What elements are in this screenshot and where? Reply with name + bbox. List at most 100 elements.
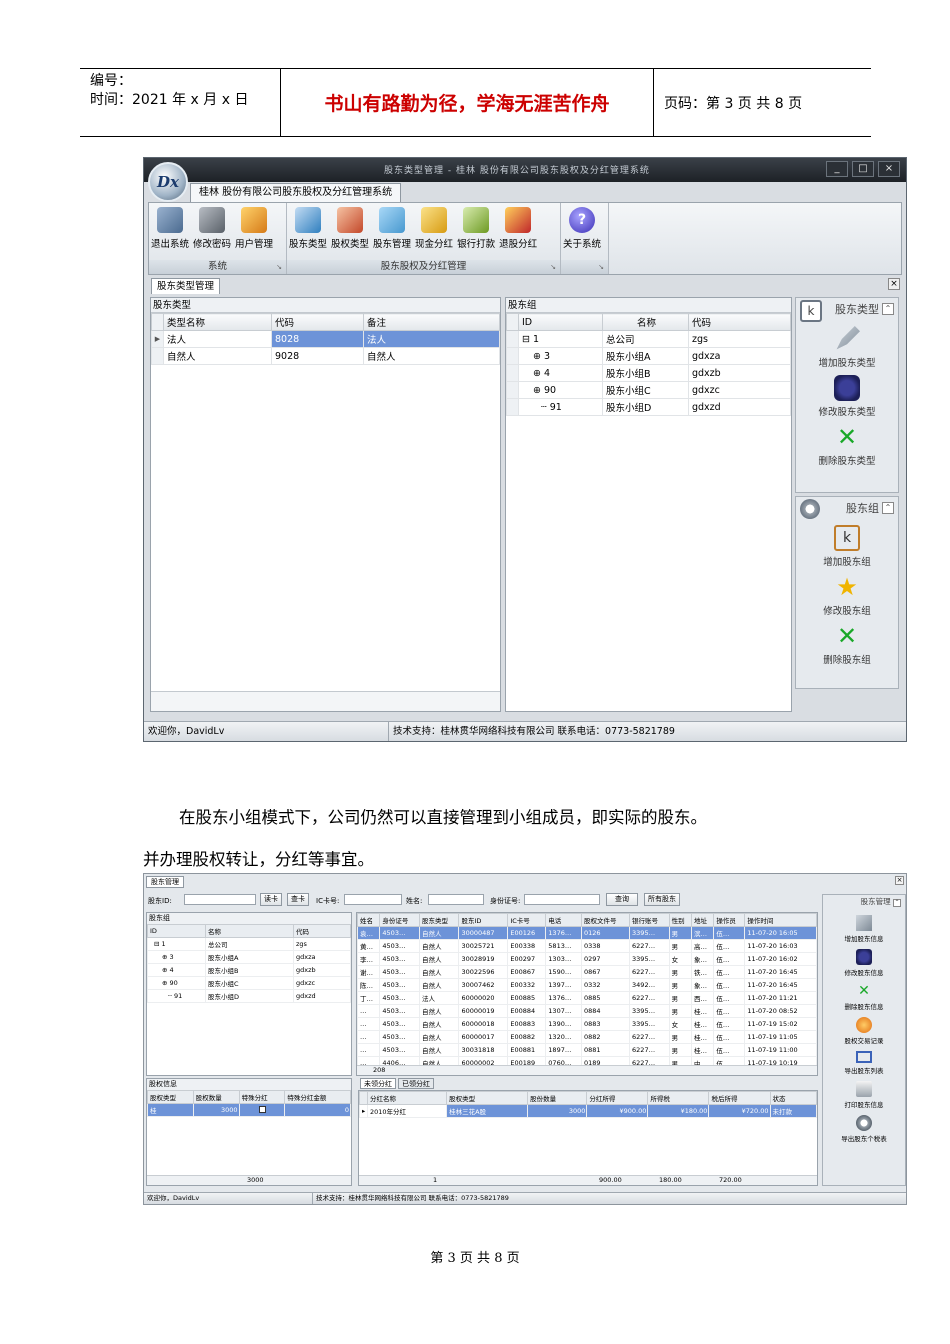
cell[interactable]: 11-07-19 11:05 <box>744 1030 817 1044</box>
cell[interactable]: 60000020 <box>458 991 509 1005</box>
special-dividend-checkbox[interactable] <box>238 1103 286 1117</box>
tab-shareholder-management[interactable]: 股东管理 <box>146 876 184 888</box>
tab-shareholder-type-management[interactable]: 股东类型管理 <box>151 278 221 294</box>
cell[interactable]: 0297 <box>580 952 631 966</box>
cell[interactable]: ¥900.00 <box>586 1104 649 1118</box>
tab-unclaimed-dividend[interactable]: 未领分红 <box>360 1078 396 1089</box>
app-logo[interactable]: Dx <box>148 162 188 202</box>
cell[interactable]: 0332 <box>580 978 631 992</box>
about-system-button[interactable]: ? 关于系统 <box>561 205 603 250</box>
cell[interactable]: 4503… <box>379 965 420 979</box>
cell[interactable]: 铁… <box>690 965 715 979</box>
column-header[interactable]: 股权类型 <box>147 1090 194 1104</box>
export-tax-table-button[interactable]: 导出股东个税表 <box>823 1115 905 1143</box>
column-header[interactable]: 代码 <box>293 924 351 938</box>
cell[interactable]: 男 <box>668 1004 692 1018</box>
cell[interactable]: gdxzd <box>688 398 791 416</box>
all-shareholders-button[interactable]: 所有股东 <box>644 893 680 906</box>
cell[interactable]: 1590… <box>545 965 582 979</box>
cell[interactable]: 8028 <box>271 330 364 348</box>
column-header[interactable]: 备注 <box>363 313 500 331</box>
cell[interactable]: 股东小组B <box>602 364 689 382</box>
table-row[interactable]: 丁… 4503… 法人 60000020 E00885 1376… 0885 6227… 男西…… <box>357 991 817 1005</box>
cell[interactable]: 0884 <box>580 1004 631 1018</box>
column-header[interactable]: 类型名称 <box>163 313 272 331</box>
column-header[interactable]: ID <box>147 924 206 938</box>
cell[interactable]: 30007462 <box>458 978 509 992</box>
minimize-button[interactable]: _ <box>826 161 848 177</box>
cell[interactable]: gdxzb <box>688 364 791 382</box>
cell[interactable]: 60000017 <box>458 1030 509 1044</box>
column-header[interactable]: 代码 <box>271 313 364 331</box>
collapse-chevron-icon[interactable]: ⌃ <box>893 899 901 907</box>
cell[interactable]: 11-07-19 15:02 <box>744 1017 817 1031</box>
cell[interactable]: 未打款 <box>769 1104 817 1118</box>
cell[interactable]: gdxzc <box>688 381 791 399</box>
cell[interactable]: 伍… <box>713 1004 746 1018</box>
cell[interactable]: 4503… <box>379 926 420 940</box>
cell[interactable]: 伍… <box>713 991 746 1005</box>
tree-row[interactable]: ⊕ 4 股东小组B gdxzb <box>506 364 791 382</box>
cell[interactable]: 男 <box>668 1043 692 1057</box>
cell[interactable]: 自然人 <box>418 1004 460 1018</box>
cell[interactable]: 6227… <box>629 1030 670 1044</box>
cell[interactable]: 4503… <box>379 1017 420 1031</box>
collapse-chevron-icon[interactable]: ⌃ <box>882 303 894 315</box>
exit-system-button[interactable]: 退出系统 <box>149 205 191 250</box>
cell[interactable]: 西… <box>690 991 715 1005</box>
table-row[interactable]: 桂 3000 0 <box>147 1103 351 1117</box>
cell[interactable]: zgs <box>688 330 791 348</box>
cell[interactable]: 男 <box>668 991 692 1005</box>
cell[interactable]: 11-07-20 16:05 <box>744 926 817 940</box>
cell[interactable]: 高… <box>690 939 715 953</box>
cell[interactable]: 1390… <box>545 1017 582 1031</box>
ribbon-tab-main[interactable]: 桂林 股份有限公司股东股权及分红管理系统 <box>190 183 402 202</box>
column-header[interactable]: 特殊分红金额 <box>284 1090 351 1104</box>
add-shareholder-button[interactable]: 增加股东信息 <box>823 915 905 943</box>
cell[interactable]: 伍… <box>713 939 746 953</box>
delete-shareholder-type-button[interactable]: ✕ 删除股东类型 <box>796 424 898 467</box>
cell[interactable]: 自然人 <box>418 939 460 953</box>
delete-shareholder-group-button[interactable]: ✕ 删除股东组 <box>796 623 898 666</box>
query-button[interactable]: 查询 <box>606 893 638 906</box>
cell[interactable]: 自然人 <box>418 1017 460 1031</box>
column-header[interactable]: 操作时间 <box>744 913 817 927</box>
cell[interactable]: 男 <box>668 926 692 940</box>
cell[interactable]: 0 <box>284 1103 351 1117</box>
cell[interactable]: 0885 <box>580 991 631 1005</box>
tree-row[interactable]: ┄ 91 股东小组D gdxzd <box>506 398 791 416</box>
cell[interactable]: 1320… <box>545 1030 582 1044</box>
cash-dividend-button[interactable]: 现金分红 <box>413 205 455 250</box>
cell[interactable]: 11-07-20 08:52 <box>744 1004 817 1018</box>
table-row[interactable]: 自然人 9028 自然人 <box>151 347 500 365</box>
expand-icon[interactable]: ↘ <box>598 260 604 274</box>
cell[interactable]: 总公司 <box>602 330 689 348</box>
cell[interactable]: 自然人 <box>163 347 272 365</box>
cell[interactable]: 2010年分红 <box>366 1104 448 1118</box>
cell[interactable]: 9028 <box>271 347 364 365</box>
check-card-button[interactable]: 查卡 <box>287 893 309 906</box>
tree-row[interactable]: ⊕ 90 股东小组C gdxzc <box>506 381 791 399</box>
cell[interactable]: 自然人 <box>418 926 460 940</box>
cell[interactable]: 自然人 <box>363 347 500 365</box>
tree-row[interactable]: ⊕ 3 股东小组A gdxza <box>506 347 791 365</box>
cell[interactable]: 11-07-20 16:02 <box>744 952 817 966</box>
table-row[interactable]: ▸ 2010年分红 桂林三花A股 3000 ¥900.00 ¥180.00 ¥720.00 未… <box>359 1104 817 1118</box>
column-header[interactable]: 代码 <box>688 313 791 331</box>
column-header[interactable]: 股东ID <box>458 913 509 927</box>
table-row[interactable]: 李… 4503… 自然人 30028919 E00297 1303… 0297 3395… 女象… <box>357 952 817 966</box>
cell[interactable]: 袁… <box>357 926 381 940</box>
cell[interactable]: E00126 <box>507 926 547 940</box>
expand-icon[interactable]: ⊕ <box>533 385 541 396</box>
cell[interactable]: 丁… <box>357 991 381 1005</box>
cell[interactable]: E00867 <box>507 965 547 979</box>
change-password-button[interactable]: 修改密码 <box>191 205 233 250</box>
cell[interactable]: 自然人 <box>418 1030 460 1044</box>
column-header[interactable]: 税后所得 <box>708 1091 771 1105</box>
close-button[interactable]: × <box>878 161 900 177</box>
column-header[interactable]: 名称 <box>205 924 294 938</box>
cell[interactable]: 4503… <box>379 939 420 953</box>
maximize-button[interactable]: □ <box>852 161 874 177</box>
column-header[interactable]: 特殊分红 <box>238 1090 286 1104</box>
close-tab-icon[interactable]: × <box>895 876 904 885</box>
